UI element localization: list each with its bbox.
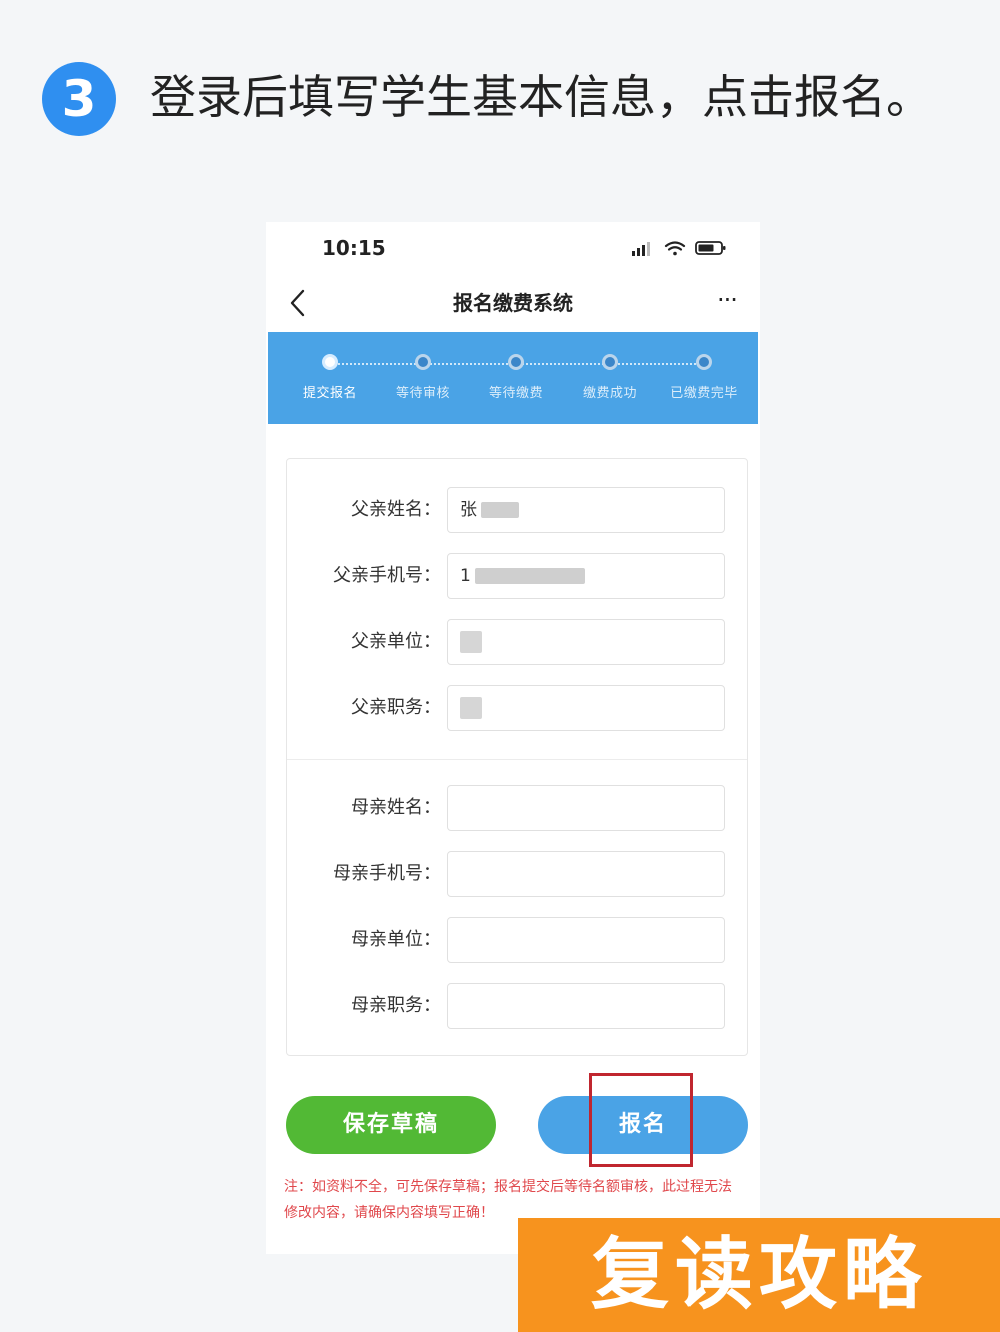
input-value: 1 xyxy=(460,566,471,586)
student-info-form: 父亲姓名： 张 父亲手机号： 1 父亲单位： 父亲职务： 母亲姓名： 母亲手机号… xyxy=(286,458,748,1056)
progress-step-complete: 已缴费完毕 xyxy=(656,354,752,401)
redacted-mask xyxy=(460,631,482,653)
form-row-father-name: 父亲姓名： 张 xyxy=(287,487,747,533)
form-row-father-position: 父亲职务： xyxy=(287,685,747,731)
status-icons xyxy=(632,238,732,258)
progress-step-label: 等待审核 xyxy=(395,386,450,401)
signup-highlight-box xyxy=(589,1073,693,1167)
progress-step-label: 已缴费完毕 xyxy=(670,386,738,401)
progress-step-submit: 提交报名 xyxy=(282,354,378,401)
progress-step-dot xyxy=(696,354,712,370)
mother-employer-input[interactable] xyxy=(447,917,725,963)
wifi-icon xyxy=(664,241,686,256)
redacted-mask xyxy=(474,568,585,584)
watermark-banner: 复读攻略 xyxy=(518,1218,1000,1332)
form-divider xyxy=(287,759,747,760)
progress-step-dot xyxy=(602,354,618,370)
progress-step-paid: 缴费成功 xyxy=(562,354,658,401)
form-row-father-phone: 父亲手机号： 1 xyxy=(287,553,747,599)
field-label: 父亲姓名： xyxy=(351,499,441,520)
page-title: 报名缴费系统 xyxy=(453,291,573,315)
form-row-mother-position: 母亲职务： xyxy=(287,983,747,1029)
progress-step-label: 等待缴费 xyxy=(488,386,543,401)
mother-position-input[interactable] xyxy=(447,983,725,1029)
progress-step-review: 等待审核 xyxy=(375,354,471,401)
mother-phone-input[interactable] xyxy=(447,851,725,897)
step-instruction-title: 登录后填写学生基本信息，点击报名。 xyxy=(150,70,932,124)
father-name-input[interactable]: 张 xyxy=(447,487,725,533)
signal-icon xyxy=(632,242,650,256)
progress-step-label: 提交报名 xyxy=(302,386,357,401)
redacted-mask xyxy=(481,502,519,518)
mother-name-input[interactable] xyxy=(447,785,725,831)
save-draft-button[interactable]: 保存草稿 xyxy=(286,1096,496,1154)
progress-step-payment: 等待缴费 xyxy=(468,354,564,401)
more-options-icon[interactable]: ··· xyxy=(712,288,742,318)
step-number-badge: 3 xyxy=(42,62,116,136)
battery-icon xyxy=(695,241,726,255)
father-employer-input[interactable] xyxy=(447,619,725,665)
status-time: 10:15 xyxy=(322,236,386,260)
progress-step-dot xyxy=(322,354,338,370)
progress-steps-banner: 提交报名 等待审核 等待缴费 缴费成功 已缴费完毕 xyxy=(268,332,758,424)
progress-step-dot xyxy=(415,354,431,370)
field-label: 母亲职务： xyxy=(351,995,441,1016)
field-label: 父亲手机号： xyxy=(333,565,441,586)
redacted-mask xyxy=(460,697,482,719)
form-row-mother-phone: 母亲手机号： xyxy=(287,851,747,897)
phone-screen: 10:15 报名缴费系统 ··· 提交报名 等待审核 等待缴费 缴费成功 已缴费… xyxy=(266,222,760,1254)
father-phone-input[interactable]: 1 xyxy=(447,553,725,599)
field-label: 母亲姓名： xyxy=(351,797,441,818)
field-label: 母亲手机号： xyxy=(333,863,441,884)
progress-step-label: 缴费成功 xyxy=(582,386,637,401)
input-value: 张 xyxy=(460,500,477,520)
father-position-input[interactable] xyxy=(447,685,725,731)
field-label: 父亲职务： xyxy=(351,697,441,718)
field-label: 父亲单位： xyxy=(351,631,441,652)
form-row-mother-employer: 母亲单位： xyxy=(287,917,747,963)
progress-step-dot xyxy=(508,354,524,370)
form-row-father-employer: 父亲单位： xyxy=(287,619,747,665)
field-label: 母亲单位： xyxy=(351,929,441,950)
form-row-mother-name: 母亲姓名： xyxy=(287,785,747,831)
